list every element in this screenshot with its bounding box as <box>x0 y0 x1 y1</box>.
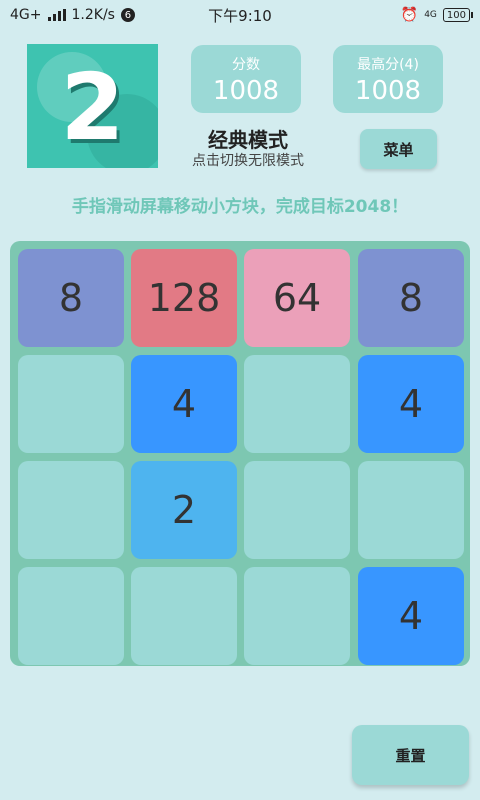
tile-empty <box>18 461 124 559</box>
best-score-box: 最高分(4) 1008 <box>333 45 443 113</box>
tile-4: 4 <box>358 567 464 665</box>
tile-8: 8 <box>18 249 124 347</box>
score-box: 分数 1008 <box>191 45 301 113</box>
score-value: 1008 <box>212 76 280 106</box>
logo-digit: 2 <box>60 54 125 161</box>
best-score-label: 最高分(4) <box>357 57 419 73</box>
game-logo: 2 <box>27 44 158 168</box>
reset-button[interactable]: 重置 <box>352 725 469 785</box>
tile-empty <box>18 355 124 453</box>
tile-empty <box>244 355 350 453</box>
tile-8: 8 <box>358 249 464 347</box>
status-left: 4G+ 1.2K/s 6 <box>10 7 135 23</box>
tile-empty <box>244 461 350 559</box>
mode-title[interactable]: 经典模式 <box>180 124 316 153</box>
tile-128: 128 <box>131 249 237 347</box>
menu-button[interactable]: 菜单 <box>360 129 437 169</box>
best-score-value: 1008 <box>354 76 422 106</box>
game-board[interactable]: 8 128 64 8 4 4 2 4 <box>10 241 470 666</box>
score-label: 分数 <box>232 57 260 73</box>
tile-empty <box>131 567 237 665</box>
battery-icon: 100 <box>442 8 474 22</box>
mode-toggle-hint[interactable]: 点击切换无限模式 <box>170 150 326 170</box>
tile-2: 2 <box>131 461 237 559</box>
alarm-icon: ⏰ <box>400 7 419 23</box>
tile-empty <box>358 461 464 559</box>
network-indicator: 4G <box>424 10 437 20</box>
tile-4: 4 <box>358 355 464 453</box>
tile-64: 64 <box>244 249 350 347</box>
network-type: 4G+ <box>10 7 42 23</box>
network-speed: 1.2K/s <box>71 7 115 23</box>
status-bar: 4G+ 1.2K/s 6 下午9:10 ⏰ 4G 100 <box>0 0 480 30</box>
status-right: ⏰ 4G 100 <box>400 7 474 23</box>
instruction-text: 手指滑动屏幕移动小方块，完成目标2048！ <box>71 197 409 217</box>
tile-empty <box>18 567 124 665</box>
tile-empty <box>244 567 350 665</box>
signal-icon <box>47 9 66 21</box>
notification-badge: 6 <box>120 8 135 22</box>
tile-4: 4 <box>131 355 237 453</box>
